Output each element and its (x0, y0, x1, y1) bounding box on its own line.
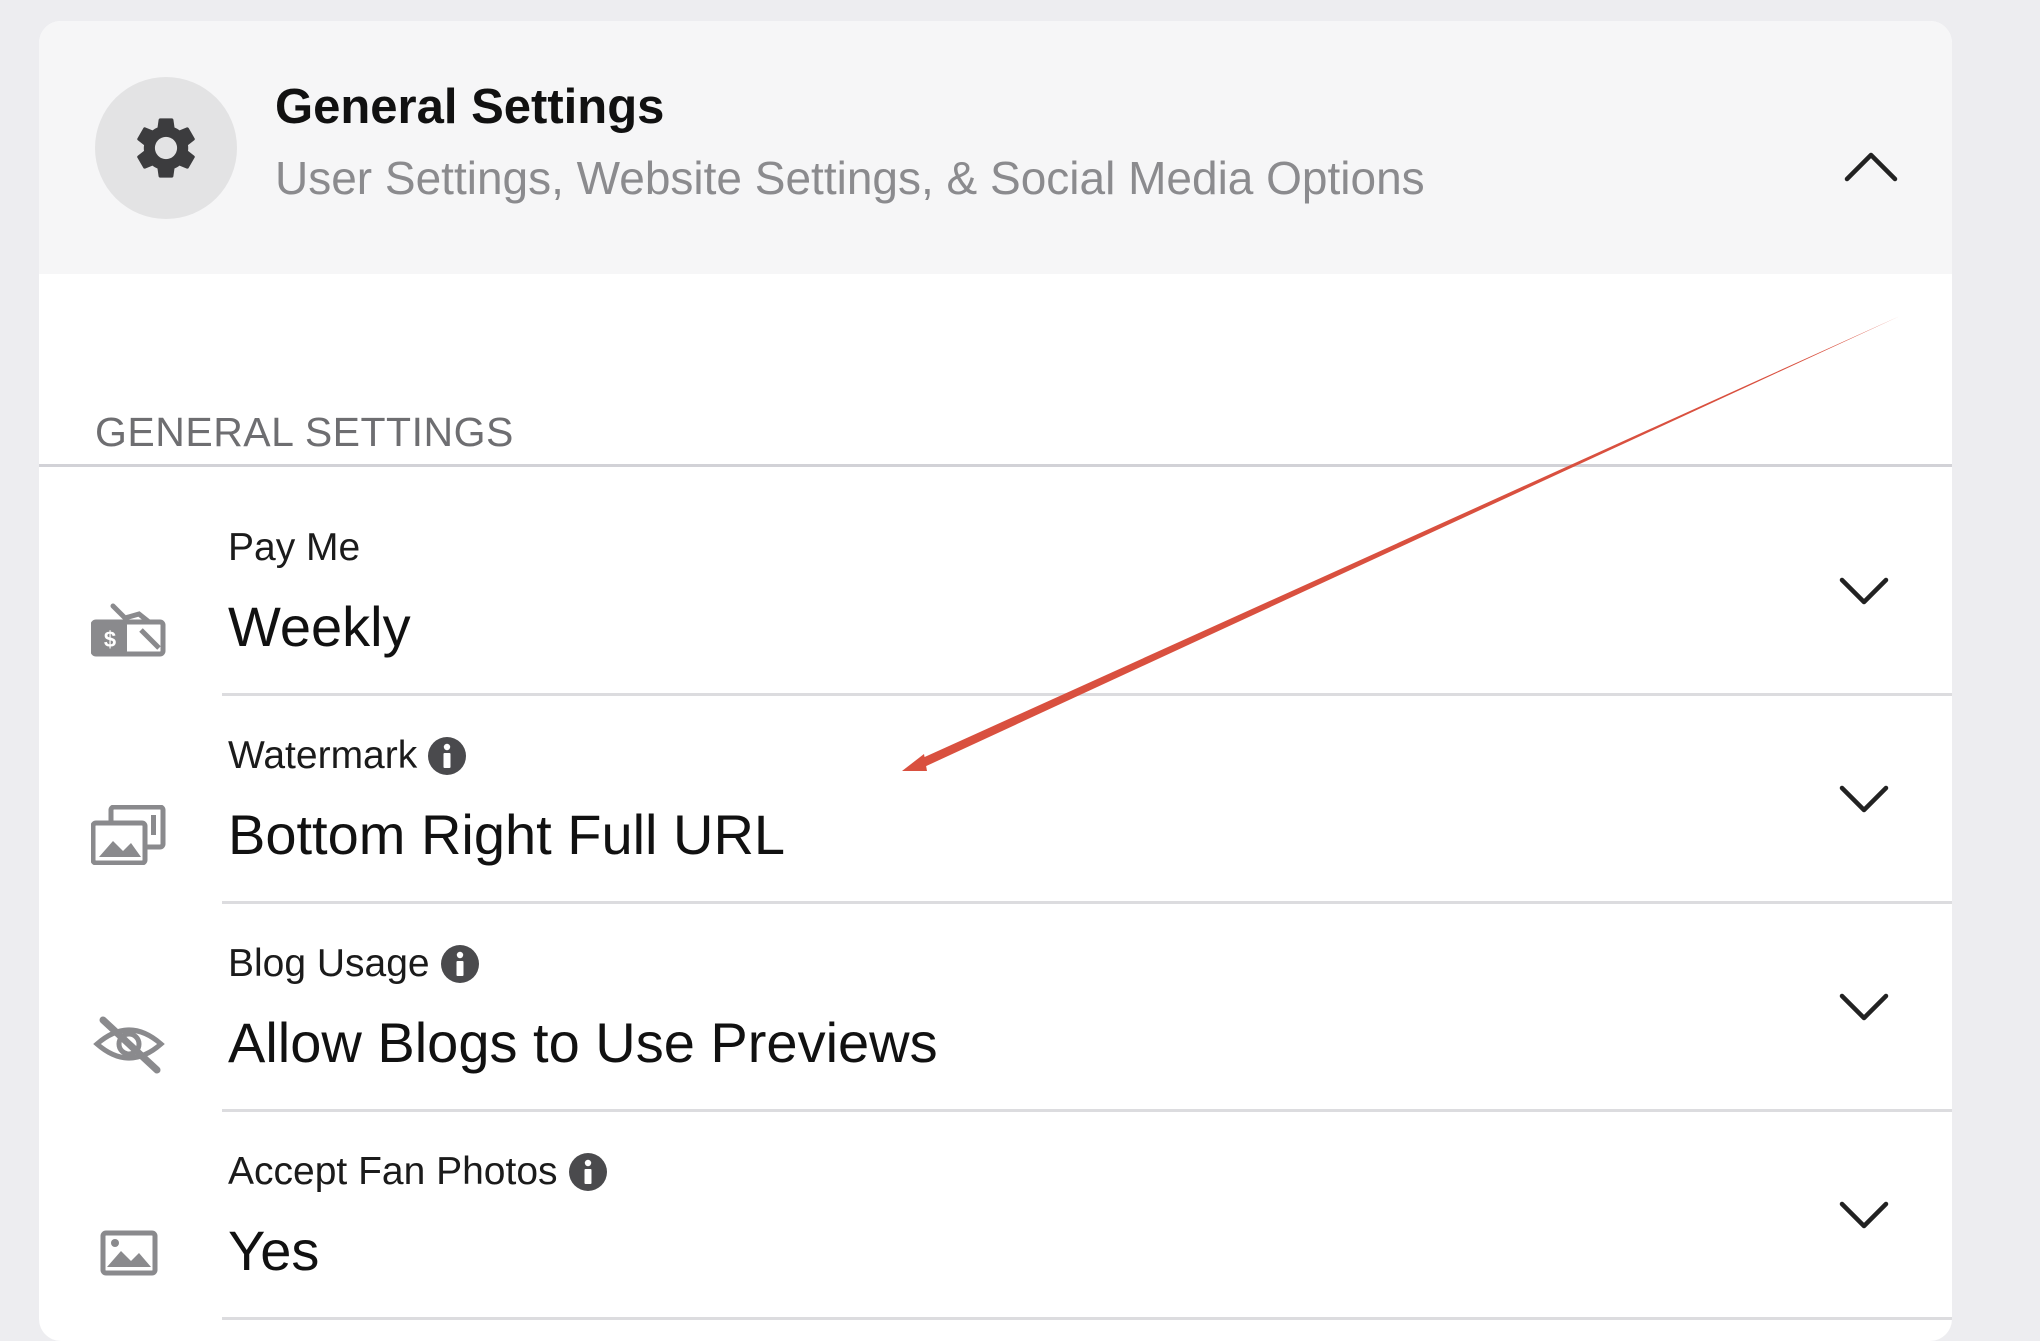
chevron-down-icon[interactable] (1832, 768, 1896, 832)
eye-slash-icon (91, 1012, 167, 1076)
setting-value: Bottom Right Full URL (228, 803, 786, 866)
chevron-down-icon[interactable] (1832, 1184, 1896, 1248)
setting-label-text: Accept Fan Photos (228, 1150, 558, 1193)
header-subtitle: User Settings, Website Settings, & Socia… (275, 152, 1425, 204)
info-icon[interactable] (427, 736, 467, 776)
row-divider (222, 1317, 1952, 1320)
gear-icon (137, 118, 195, 178)
setting-row-watermark[interactable]: Watermark Bottom Right Full URL (39, 696, 1952, 904)
section-label: GENERAL SETTINGS (95, 409, 514, 455)
setting-value: Weekly (228, 595, 411, 658)
header-title: General Settings (275, 80, 665, 134)
setting-label: Blog Usage (228, 942, 480, 986)
setting-label: Pay Me (228, 526, 360, 570)
svg-text:$: $ (104, 627, 116, 652)
gear-icon-badge (95, 77, 237, 219)
image-icon (91, 1221, 167, 1285)
setting-row-blog-usage[interactable]: Blog Usage Allow Blogs to Use Previews (39, 904, 1952, 1112)
setting-label-text: Watermark (228, 734, 418, 777)
money-hand-icon: $ (91, 598, 167, 662)
info-icon[interactable] (440, 944, 480, 984)
setting-label: Watermark (228, 734, 467, 778)
chevron-down-icon[interactable] (1832, 976, 1896, 1040)
chevron-up-icon (1844, 152, 1898, 182)
info-icon[interactable] (568, 1152, 608, 1192)
chevron-down-icon[interactable] (1832, 560, 1896, 624)
collapse-button[interactable] (1839, 134, 1903, 198)
setting-value: Yes (228, 1219, 320, 1282)
section-divider (39, 464, 1952, 467)
watermark-images-icon (91, 803, 167, 867)
setting-row-pay-me[interactable]: $ Pay Me Weekly (39, 488, 1952, 696)
setting-row-accept-fan-photos[interactable]: Accept Fan Photos Yes (39, 1112, 1952, 1320)
setting-label-text: Pay Me (228, 526, 361, 569)
setting-label: Accept Fan Photos (228, 1150, 608, 1194)
setting-value: Allow Blogs to Use Previews (228, 1011, 938, 1074)
card-header[interactable]: General Settings User Settings, Website … (39, 21, 1952, 274)
setting-label-text: Blog Usage (228, 942, 430, 985)
general-settings-card: General Settings User Settings, Website … (39, 21, 1952, 1341)
